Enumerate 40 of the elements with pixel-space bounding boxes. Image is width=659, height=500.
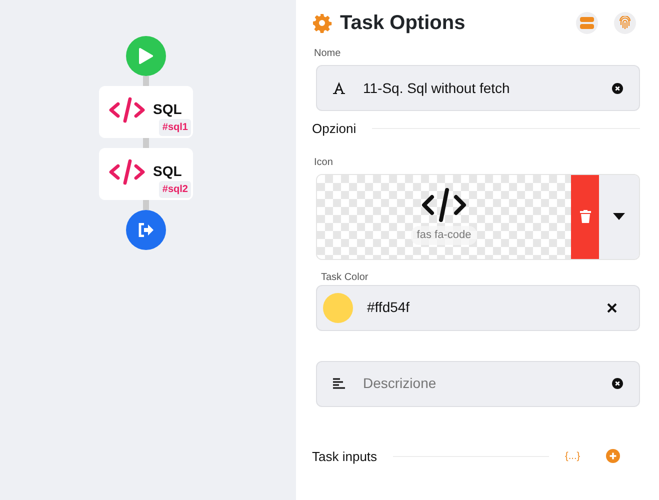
exit-node[interactable] <box>126 210 166 250</box>
field-label: Nome <box>314 47 342 61</box>
description-field[interactable]: Descrizione <box>316 360 640 406</box>
start-node[interactable] <box>126 36 166 76</box>
task-label: SQL <box>153 162 182 181</box>
task-node[interactable]: SQL #sql1 <box>99 86 193 138</box>
description-input[interactable]: Descrizione <box>361 372 612 395</box>
task-tag: #sql1 <box>159 119 191 136</box>
align-left-icon <box>333 378 345 390</box>
font-icon <box>333 82 345 94</box>
panel-title: Task Options <box>340 11 466 36</box>
storage-button[interactable] <box>576 12 598 34</box>
name-input[interactable]: 11-Sq. Sql without fetch <box>361 76 612 100</box>
gear-icon <box>312 13 332 33</box>
clear-button[interactable] <box>607 302 617 312</box>
section-title: Opzioni <box>312 120 356 138</box>
task-node[interactable]: SQL #sql2 <box>99 148 193 200</box>
code-icon <box>421 188 467 222</box>
task-tag: #sql2 <box>159 181 191 198</box>
section-title: Task inputs <box>312 448 378 466</box>
task-label: SQL <box>153 100 182 119</box>
fingerprint-button[interactable] <box>614 12 636 34</box>
icon-name: fas fa-code <box>410 226 478 245</box>
exit-icon <box>138 223 154 237</box>
clear-button[interactable] <box>612 82 623 94</box>
color-input[interactable]: #ffd54f <box>365 296 607 319</box>
field-label: Task Color <box>321 270 370 284</box>
code-icon <box>109 158 145 186</box>
delete-button[interactable] <box>571 174 599 258</box>
field-label: Icon <box>314 156 334 170</box>
fingerprint-icon <box>618 16 632 30</box>
trash-icon <box>580 210 590 223</box>
play-icon <box>139 48 153 64</box>
name-field[interactable]: 11-Sq. Sql without fetch <box>316 65 640 111</box>
storage-icon <box>580 17 594 29</box>
color-field[interactable]: #ffd54f <box>316 284 640 330</box>
code-icon <box>109 96 145 124</box>
clear-button[interactable] <box>612 378 623 389</box>
add-button[interactable] <box>606 449 620 464</box>
caret-icon <box>613 213 625 220</box>
